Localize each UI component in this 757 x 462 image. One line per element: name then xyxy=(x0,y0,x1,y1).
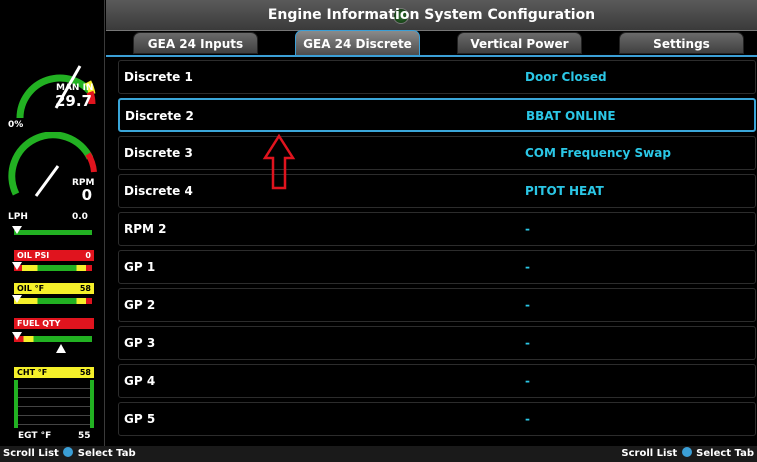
egt-label: EGT °F xyxy=(18,431,52,441)
cht-egt-graph xyxy=(14,380,94,428)
annotation-arrow-icon xyxy=(262,134,296,190)
oil-psi-label: OIL PSI xyxy=(17,251,50,260)
row-value: - xyxy=(525,260,530,274)
select-tab-label: Select Tab xyxy=(696,448,754,459)
row-label: Discrete 1 xyxy=(124,70,193,84)
egt-value: 55 xyxy=(78,431,91,441)
oil-temp-bar xyxy=(14,298,92,304)
row-value: COM Frequency Swap xyxy=(525,146,671,160)
tab-settings[interactable]: Settings xyxy=(619,32,744,54)
knob-icon xyxy=(681,447,692,457)
list-row-gp-5[interactable]: GP 5 - xyxy=(118,402,756,436)
tab-underline xyxy=(106,55,757,57)
scroll-list-label: Scroll List xyxy=(621,448,678,459)
knob-icon xyxy=(63,447,74,457)
list-row-rpm-2[interactable]: RPM 2 - xyxy=(118,212,756,246)
scroll-list-label: Scroll List xyxy=(3,448,59,459)
lph-bar xyxy=(14,230,92,235)
pointer-icon xyxy=(12,295,22,303)
row-value: BBAT ONLINE xyxy=(526,109,616,123)
row-value: Door Closed xyxy=(525,70,607,84)
row-value: - xyxy=(525,298,530,312)
row-value: PITOT HEAT xyxy=(525,184,604,198)
cht-label: CHT °F xyxy=(17,368,48,377)
rpm-value: 0 xyxy=(81,186,92,204)
softkey-hint-left: Scroll List Select Tab xyxy=(3,446,136,462)
pointer-icon xyxy=(12,332,22,340)
row-label: Discrete 4 xyxy=(124,184,193,198)
tab-vertical-power[interactable]: Vertical Power xyxy=(457,32,582,54)
lph-label: LPH xyxy=(8,212,28,222)
row-label: GP 1 xyxy=(124,260,156,274)
row-label: GP 3 xyxy=(124,336,156,350)
fuel-qty-label: FUEL QTY xyxy=(14,318,94,329)
row-label: Discrete 3 xyxy=(124,146,193,160)
oil-temp-label: OIL °F xyxy=(17,284,45,293)
tab-gea24-discrete[interactable]: GEA 24 Discrete xyxy=(295,30,420,56)
pointer-icon xyxy=(12,262,22,270)
list-row-discrete-1[interactable]: Discrete 1 Door Closed xyxy=(118,60,756,94)
row-value: - xyxy=(525,412,530,426)
lph-value: 0.0 xyxy=(72,212,88,222)
oil-psi-bar xyxy=(14,265,92,271)
oil-psi-annunciator: OIL PSI 0 xyxy=(14,250,94,261)
oil-temp-value: 58 xyxy=(79,284,91,293)
row-value: - xyxy=(525,374,530,388)
oil-psi-value: 0 xyxy=(85,251,91,260)
cht-annunciator: CHT °F 58 xyxy=(14,367,94,378)
row-label: RPM 2 xyxy=(124,222,167,236)
list-row-discrete-3[interactable]: Discrete 3 COM Frequency Swap xyxy=(118,136,756,170)
softkey-hint-right: Scroll List Select Tab xyxy=(621,446,754,462)
fuel-pointer-icon xyxy=(56,344,66,353)
row-label: GP 5 xyxy=(124,412,156,426)
list-row-discrete-4[interactable]: Discrete 4 PITOT HEAT xyxy=(118,174,756,208)
row-label: Discrete 2 xyxy=(125,109,194,123)
manifold-value: 29.7 xyxy=(54,92,92,110)
row-value: - xyxy=(525,222,530,236)
tab-gea24-inputs[interactable]: GEA 24 Inputs xyxy=(133,32,258,54)
list-row-gp-3[interactable]: GP 3 - xyxy=(118,326,756,360)
title-bar: Engine Information System Configuration xyxy=(106,0,757,31)
row-label: GP 2 xyxy=(124,298,156,312)
fuel-qty-bar xyxy=(14,336,92,342)
select-tab-label: Select Tab xyxy=(77,448,136,459)
cht-value: 58 xyxy=(79,368,91,377)
row-value: - xyxy=(525,336,530,350)
oil-temp-annunciator: OIL °F 58 xyxy=(14,283,94,294)
list-row-gp-2[interactable]: GP 2 - xyxy=(118,288,756,322)
row-label: GP 4 xyxy=(124,374,156,388)
list-row-gp-1[interactable]: GP 1 - xyxy=(118,250,756,284)
pointer-icon xyxy=(12,226,22,234)
page-title: Engine Information System Configuration xyxy=(267,7,596,23)
list-row-gp-4[interactable]: GP 4 - xyxy=(118,364,756,398)
gauge-needle xyxy=(34,165,60,197)
list-row-discrete-2[interactable]: Discrete 2 BBAT ONLINE xyxy=(118,98,756,132)
manifold-percent: 0% xyxy=(8,120,24,130)
engine-strip: MAN IN 29.7 0% RPM 0 LPH 0.0 OIL PSI 0 O… xyxy=(0,0,105,446)
